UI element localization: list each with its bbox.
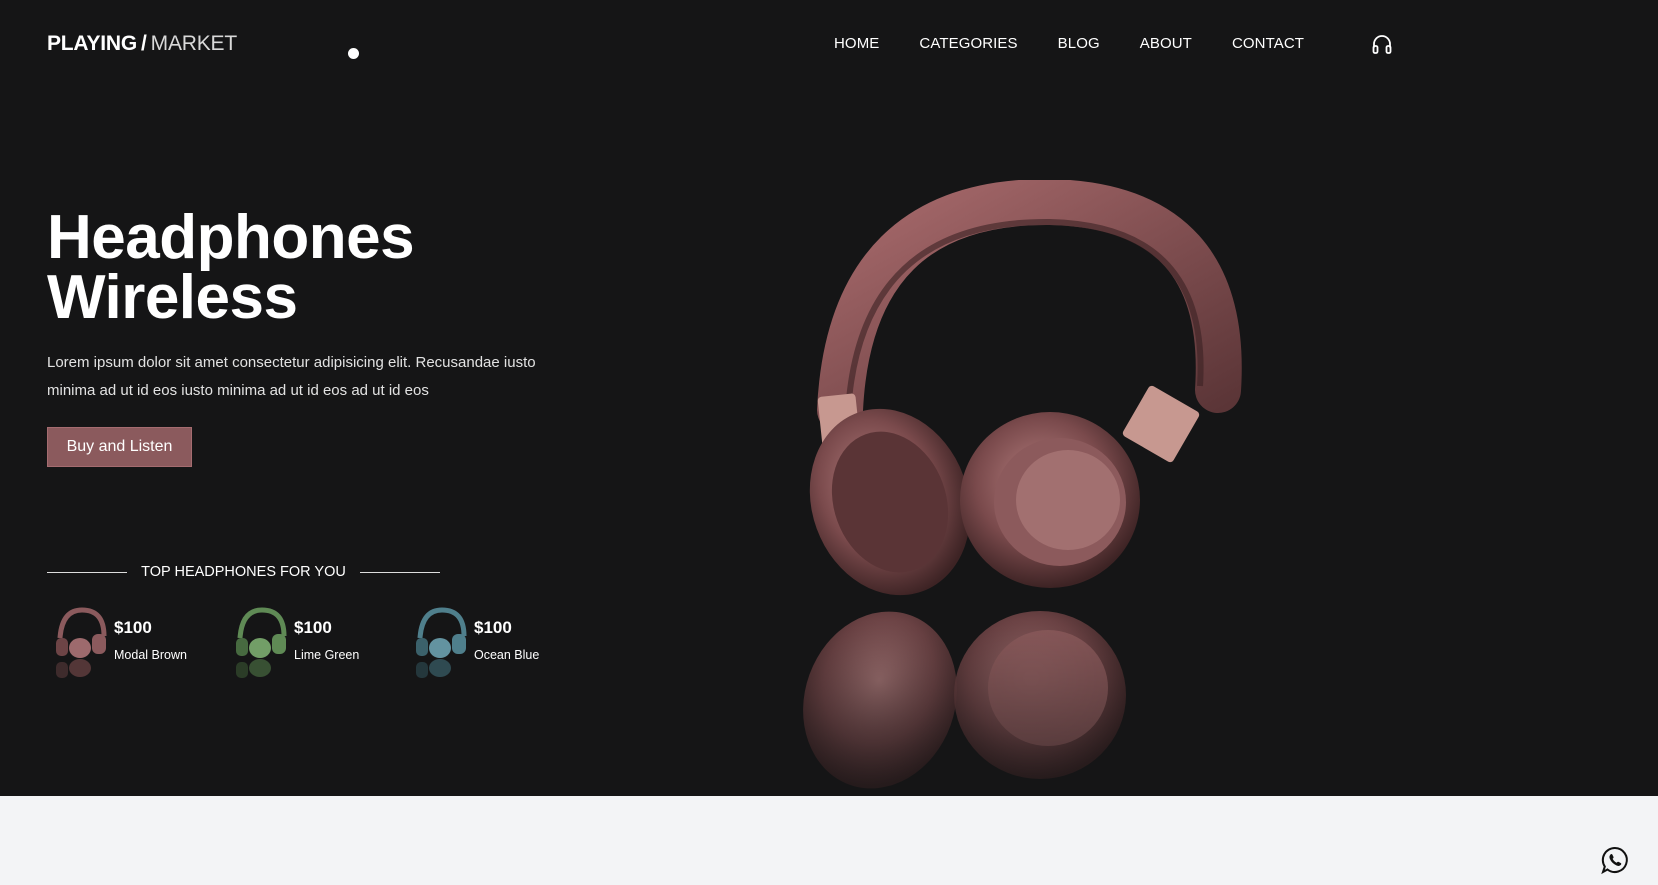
brand-strong: PLAYING — [47, 32, 138, 55]
buy-and-listen-button[interactable]: Buy and Listen — [47, 427, 192, 467]
nav-contact[interactable]: CONTACT — [1232, 35, 1304, 52]
product-card-lime-green[interactable]: $100 Lime Green — [232, 602, 402, 684]
headphones-icon[interactable] — [1370, 32, 1394, 56]
main-nav: HOME CATEGORIES BLOG ABOUT CONTACT — [834, 35, 1344, 52]
headphone-thumbnail-icon — [236, 607, 287, 678]
nav-blog[interactable]: BLOG — [1058, 35, 1100, 52]
hero-headphones-image — [790, 180, 1310, 796]
product-name: Modal Brown — [114, 648, 187, 662]
product-name: Ocean Blue — [474, 648, 540, 662]
product-price: $100 — [114, 618, 152, 637]
whatsapp-icon[interactable] — [1600, 845, 1630, 875]
product-list: $100 Modal Brown $100 Lime Green $100 Oc… — [52, 602, 572, 684]
product-price: $100 — [294, 618, 332, 637]
brand-slash: / — [141, 32, 147, 55]
divider-left — [47, 571, 127, 573]
hero-title-line2: Wireless — [47, 263, 298, 332]
divider-right — [360, 571, 440, 573]
nav-about[interactable]: ABOUT — [1140, 35, 1192, 52]
hero-title: Headphones Wireless — [47, 203, 415, 332]
brand-logo[interactable]: PLAYING / MARKET — [47, 32, 237, 56]
hero-title-line1: Headphones — [47, 203, 415, 272]
product-price: $100 — [474, 618, 512, 637]
top-headphones-label: TOP HEADPHONES FOR YOU — [141, 564, 346, 580]
hero-description: Lorem ipsum dolor sit amet consectetur a… — [47, 354, 536, 399]
top-headphones-heading: TOP HEADPHONES FOR YOU — [47, 561, 440, 583]
product-card-modal-brown[interactable]: $100 Modal Brown — [52, 602, 222, 684]
headphone-thumbnail-icon — [56, 607, 107, 678]
cursor-dot — [348, 48, 359, 59]
product-name: Lime Green — [294, 648, 360, 662]
nav-home[interactable]: HOME — [834, 35, 879, 52]
hero-section: PLAYING / MARKET HOME CATEGORIES BLOG ABOU… — [0, 0, 1658, 796]
nav-categories[interactable]: CATEGORIES — [919, 35, 1017, 52]
headphone-thumbnail-icon — [416, 607, 467, 678]
brand-light: MARKET — [150, 32, 238, 55]
product-card-ocean-blue[interactable]: $100 Ocean Blue — [412, 602, 582, 684]
